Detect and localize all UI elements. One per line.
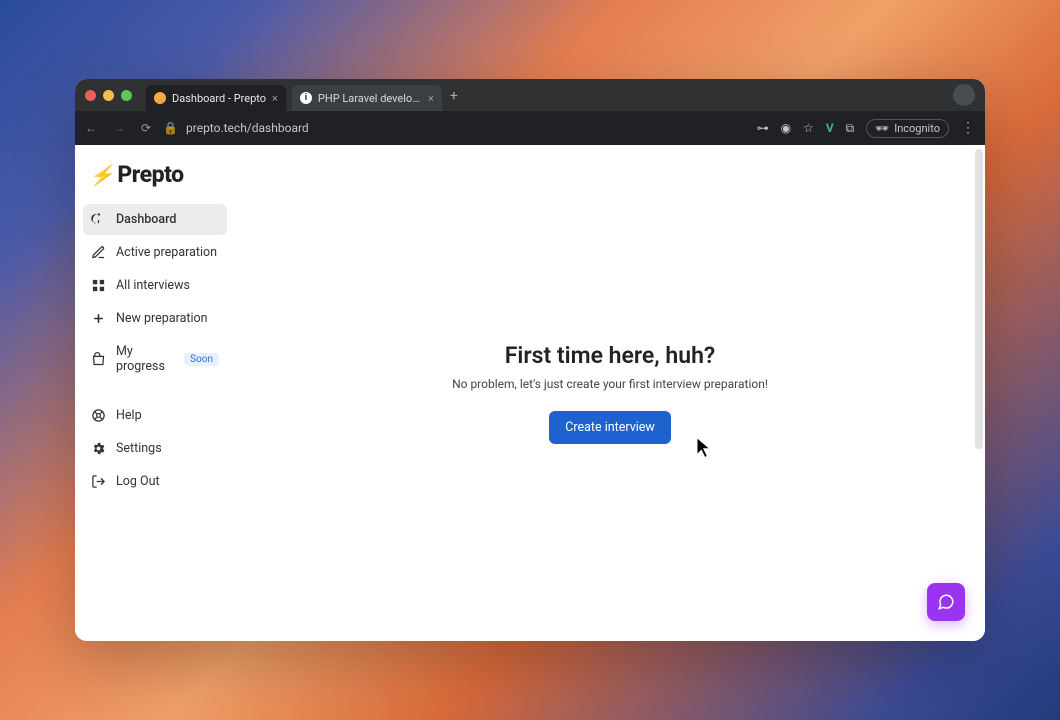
scrollbar[interactable] [975,149,983,449]
menu-icon[interactable]: ⋮ [961,120,975,136]
browser-titlebar: Dashboard - Prepto × i PHP Laravel devel… [75,79,985,111]
sidebar: ⚡ Prepto Dashboard Active preparation [75,145,235,641]
gauge-icon [91,212,106,227]
minimize-window-icon[interactable] [103,90,114,101]
page-subtext: No problem, let's just create your first… [452,377,768,391]
grid-icon [91,278,106,293]
toolbar-icons: ⊶ ◉ ☆ V ⧉ 🕶 Incognito ⋮ [757,119,975,138]
sidebar-item-dashboard[interactable]: Dashboard [83,204,227,235]
page: ⚡ Prepto Dashboard Active preparation [75,145,985,641]
gear-icon [91,441,106,456]
vue-icon[interactable]: V [826,121,834,135]
sidebar-item-label: New preparation [116,311,208,326]
bolt-icon: ⚡ [89,163,113,187]
key-icon[interactable]: ⊶ [757,121,769,135]
sidebar-item-label: Help [116,408,142,423]
cursor-icon [695,435,713,461]
forward-icon[interactable]: → [113,121,125,135]
sidebar-item-settings[interactable]: Settings [83,433,227,464]
lock-icon: 🔒 [163,121,178,135]
create-interview-button[interactable]: Create interview [549,411,671,444]
browser-window: Dashboard - Prepto × i PHP Laravel devel… [75,79,985,641]
incognito-label: Incognito [894,122,940,135]
logout-icon [91,474,106,489]
brand-name: Prepto [117,161,183,188]
sidebar-item-label: Active preparation [116,245,217,260]
sidebar-item-all-interviews[interactable]: All interviews [83,270,227,301]
favicon-icon: i [300,92,312,104]
incognito-icon: 🕶 [875,122,889,135]
close-tab-icon[interactable]: × [272,92,278,105]
window-controls [85,90,132,101]
browser-tab-active[interactable]: Dashboard - Prepto × [146,85,286,111]
sidebar-item-new-preparation[interactable]: New preparation [83,303,227,334]
sidebar-item-label: All interviews [116,278,190,293]
extensions-icon[interactable]: ⧉ [846,121,855,136]
lifebuoy-icon [91,408,106,423]
chat-fab[interactable] [927,583,965,621]
reload-icon[interactable]: ⟳ [141,121,151,135]
new-tab-button[interactable]: + [450,88,458,104]
eye-icon[interactable]: ◉ [781,121,791,135]
browser-address-bar: ← → ⟳ 🔒 prepto.tech/dashboard ⊶ ◉ ☆ V ⧉ … [75,111,985,145]
incognito-badge[interactable]: 🕶 Incognito [866,119,949,138]
browser-tabs: Dashboard - Prepto × i PHP Laravel devel… [146,79,947,111]
url-text: prepto.tech/dashboard [186,121,309,135]
profile-avatar-icon[interactable] [953,84,975,106]
chat-icon [937,593,955,611]
sidebar-item-label: Dashboard [116,212,176,227]
back-icon[interactable]: ← [85,121,97,135]
url-field[interactable]: 🔒 prepto.tech/dashboard [163,121,745,135]
sidebar-item-label: Settings [116,441,162,456]
favicon-icon [154,92,166,104]
main-content: First time here, huh? No problem, let's … [235,145,985,641]
edit-icon [91,245,106,260]
bag-icon [91,352,106,367]
close-window-icon[interactable] [85,90,96,101]
brand-logo[interactable]: ⚡ Prepto [83,159,227,200]
sidebar-item-my-progress[interactable]: My progress Soon [83,336,227,382]
tab-title: PHP Laravel developer - Re… [318,92,422,105]
star-icon[interactable]: ☆ [803,121,814,135]
nav-buttons: ← → ⟳ [85,121,151,135]
sidebar-item-logout[interactable]: Log Out [83,466,227,497]
maximize-window-icon[interactable] [121,90,132,101]
browser-tab[interactable]: i PHP Laravel developer - Re… × [292,85,442,111]
sidebar-item-label: Log Out [116,474,160,489]
close-tab-icon[interactable]: × [428,92,434,105]
page-headline: First time here, huh? [505,342,716,369]
tab-title: Dashboard - Prepto [172,92,266,105]
sidebar-item-label: My progress [116,344,174,374]
sidebar-item-help[interactable]: Help [83,400,227,431]
sidebar-item-active-preparation[interactable]: Active preparation [83,237,227,268]
plus-icon [91,311,106,326]
sidebar-nav: Dashboard Active preparation All intervi… [83,204,227,497]
soon-badge: Soon [184,353,219,366]
